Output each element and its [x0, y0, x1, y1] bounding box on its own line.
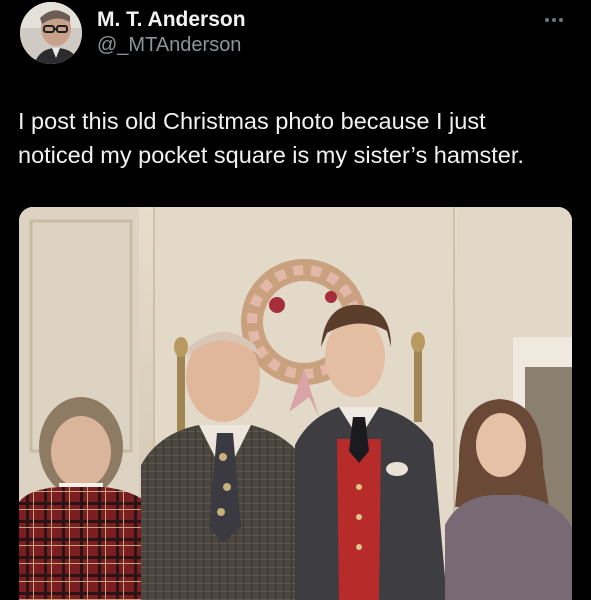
more-options-button[interactable]: [539, 12, 569, 28]
author-display-name[interactable]: M. T. Anderson: [97, 8, 246, 32]
tweet-text-line: noticed my pocket square is my sister’s …: [18, 142, 524, 168]
family-photo-image: [19, 207, 572, 600]
tweet-header: M. T. Anderson @_MTAnderson: [20, 2, 571, 66]
author-names: M. T. Anderson @_MTAnderson: [97, 8, 246, 58]
tweet-media-photo[interactable]: [19, 207, 572, 600]
avatar-image: [20, 2, 82, 64]
tweet: M. T. Anderson @_MTAnderson I post this …: [0, 0, 591, 600]
avatar[interactable]: [20, 2, 82, 64]
tweet-text: I post this old Christmas photo because …: [18, 104, 578, 172]
more-horizontal-icon-dot: [552, 18, 556, 22]
author-handle[interactable]: @_MTAnderson: [97, 32, 246, 58]
tweet-text-line: I post this old Christmas photo because …: [18, 108, 486, 134]
more-horizontal-icon-dot: [559, 18, 563, 22]
more-horizontal-icon: [545, 18, 549, 22]
